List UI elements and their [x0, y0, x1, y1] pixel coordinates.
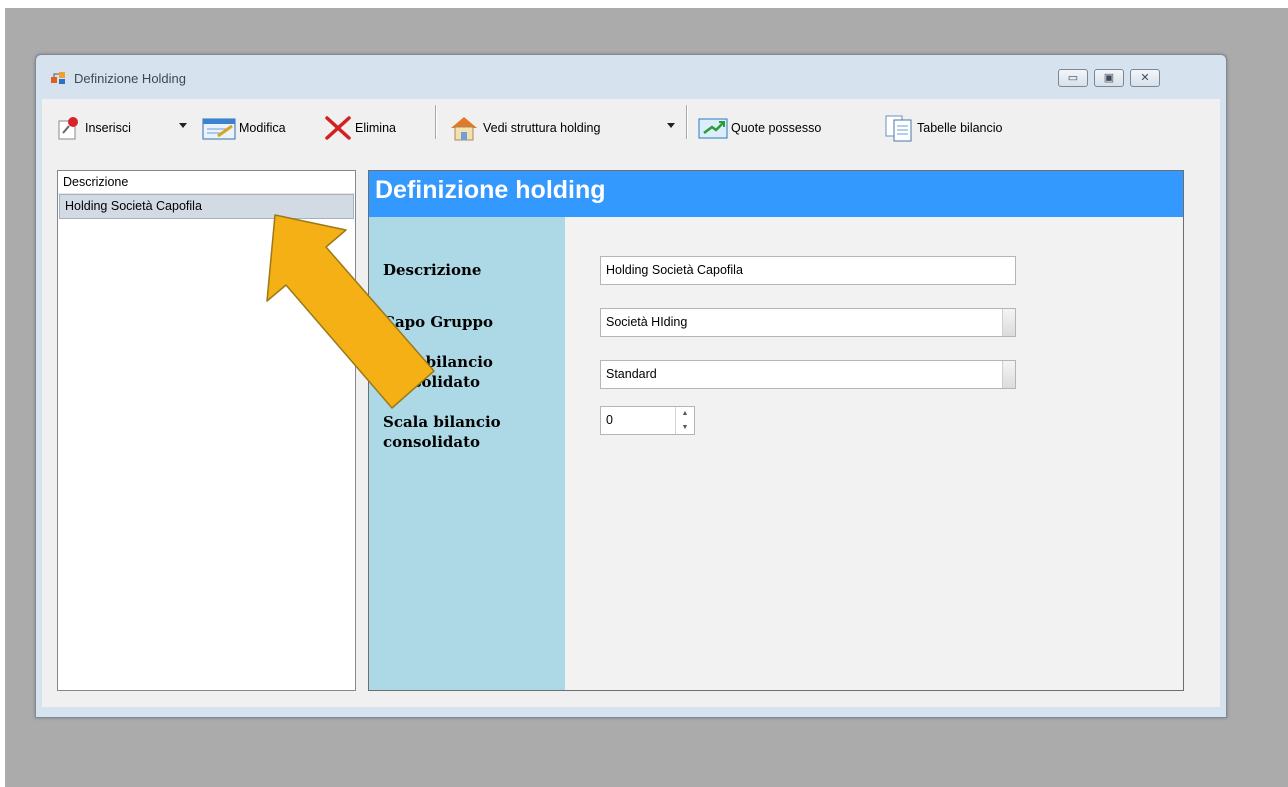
pushpin-icon [58, 117, 78, 140]
list-column-header[interactable]: Descrizione [58, 171, 355, 194]
panel-header: Definizione holding [369, 171, 1183, 217]
quote-possesso-button[interactable]: Quote possesso [698, 113, 821, 143]
scala-bilancio-spin-buttons[interactable]: ▲ ▼ [675, 407, 694, 434]
vedi-struttura-dropdown-arrow[interactable] [667, 123, 675, 128]
panel-title: Definizione holding [375, 176, 606, 204]
maximize-icon: ▣ [1103, 72, 1115, 84]
tipo-bilancio-value: Standard [606, 367, 657, 381]
modifica-button[interactable]: Modifica [202, 113, 286, 143]
maximize-button[interactable]: ▣ [1094, 69, 1124, 87]
capo-gruppo-combo[interactable]: Società HIding [600, 308, 1016, 337]
window-client-area: Inserisci Modifica Elimina Vedi struttur… [42, 99, 1220, 707]
close-button[interactable]: ✕ [1130, 69, 1160, 87]
title-bar[interactable]: Definizione Holding ▭ ▣ ✕ [36, 55, 1226, 99]
app-icon [51, 72, 65, 84]
quote-possesso-label: Quote possesso [731, 121, 822, 135]
close-icon: ✕ [1140, 72, 1150, 84]
scala-bilancio-spinner[interactable]: 0 ▲ ▼ [600, 406, 695, 435]
spin-down-icon[interactable]: ▼ [676, 421, 694, 435]
delete-x-icon [325, 116, 351, 140]
detail-panel: Definizione holding Descrizione Holding … [368, 170, 1184, 691]
minimize-icon: ▭ [1067, 72, 1079, 84]
elimina-button[interactable]: Elimina [324, 113, 396, 143]
tipo-bilancio-combo[interactable]: Standard [600, 360, 1016, 389]
elimina-label: Elimina [355, 121, 396, 135]
capo-gruppo-dropdown-button[interactable] [1002, 309, 1015, 336]
tipo-bilancio-dropdown-button[interactable] [1002, 361, 1015, 388]
vedi-struttura-label: Vedi struttura holding [483, 121, 601, 135]
toolbar: Inserisci Modifica Elimina Vedi struttur… [42, 99, 1220, 161]
minimize-button[interactable]: ▭ [1058, 69, 1088, 87]
scala-bilancio-label: Scala bilancio consolidato [383, 413, 501, 451]
descrizione-field[interactable]: Holding Società Capofila [600, 256, 1016, 285]
main-window: Definizione Holding ▭ ▣ ✕ Inserisci Modi… [35, 54, 1227, 718]
capo-gruppo-label: Capo Gruppo [383, 313, 493, 331]
spin-up-icon[interactable]: ▲ [676, 407, 694, 421]
tabelle-bilancio-label: Tabelle bilancio [917, 121, 1003, 135]
label-column [369, 217, 565, 690]
toolbar-separator [435, 105, 437, 139]
house-icon [451, 117, 477, 141]
toolbar-separator [686, 105, 688, 139]
window-title: Definizione Holding [74, 71, 187, 86]
document-icon [885, 115, 912, 142]
capo-gruppo-value: Società HIding [606, 315, 688, 329]
tabelle-bilancio-button[interactable]: Tabelle bilancio [884, 113, 1002, 143]
vedi-struttura-button[interactable]: Vedi struttura holding [448, 113, 600, 143]
inserisci-label: Inserisci [85, 121, 131, 135]
scala-bilancio-value: 0 [606, 413, 613, 427]
inserisci-dropdown-arrow[interactable] [179, 123, 187, 128]
edit-icon [202, 118, 236, 140]
list-item[interactable]: Holding Società Capofila [59, 194, 354, 219]
chart-arrow-icon [698, 118, 728, 139]
modifica-label: Modifica [239, 121, 286, 135]
holding-list[interactable]: Descrizione Holding Società Capofila [57, 170, 356, 691]
inserisci-button[interactable]: Inserisci [56, 113, 131, 143]
tipo-bilancio-label: Tipo bilancio consolidato [383, 353, 493, 391]
descrizione-label: Descrizione [383, 261, 482, 279]
